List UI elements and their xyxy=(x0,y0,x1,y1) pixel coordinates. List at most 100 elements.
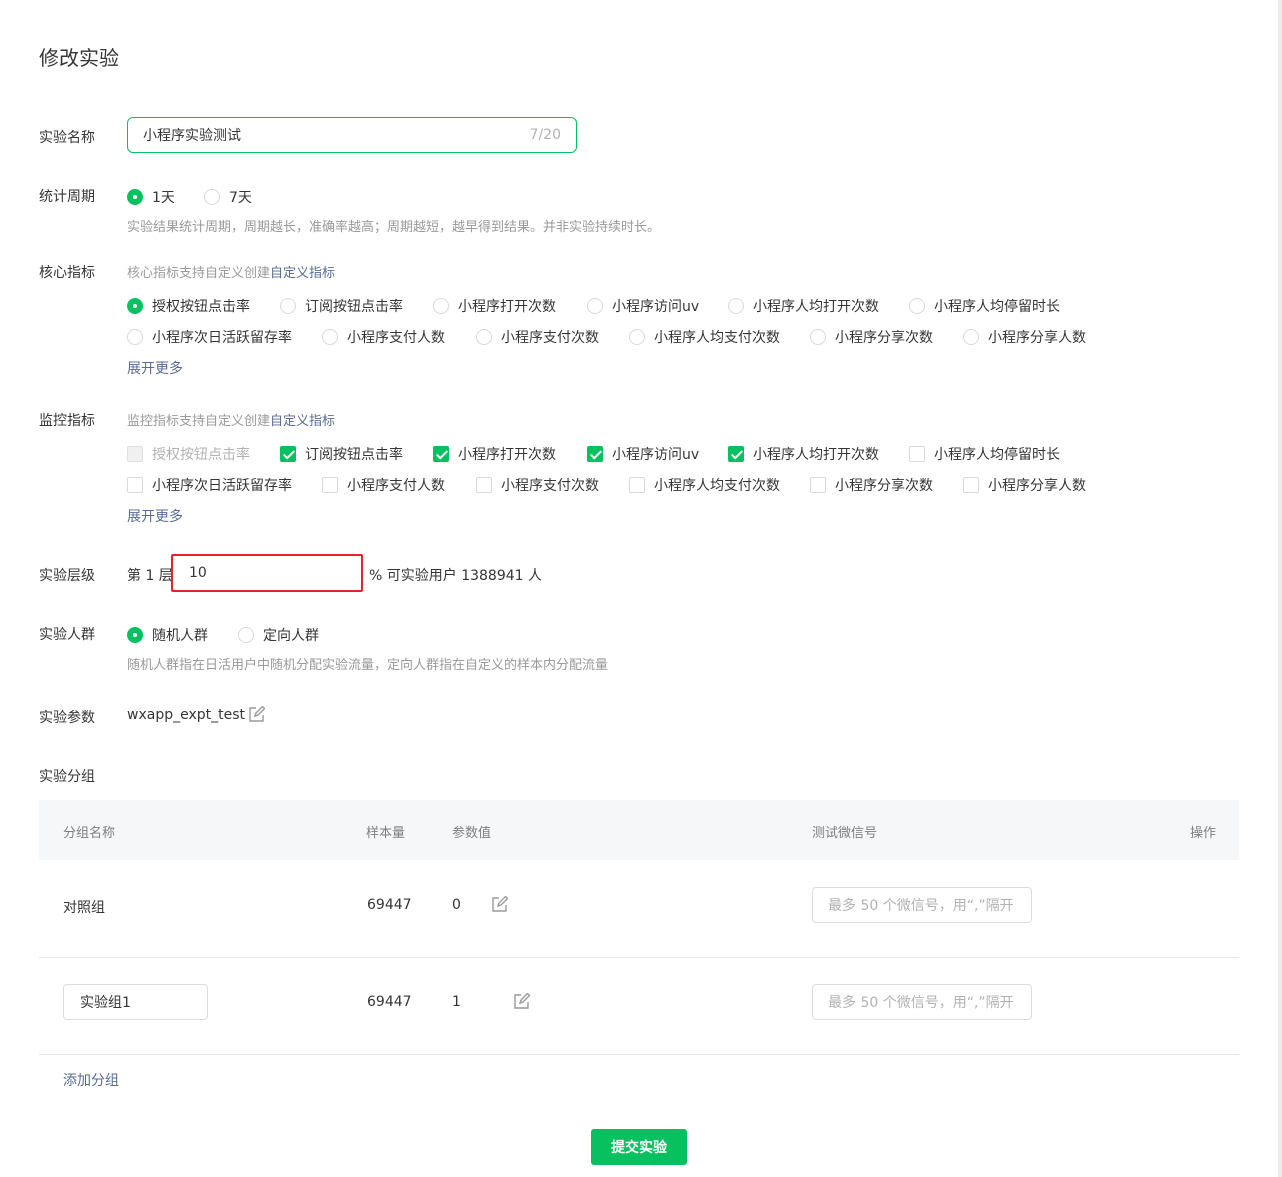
core-metric-option-label: 小程序次日活跃留存率 xyxy=(152,330,292,346)
scrollbar[interactable] xyxy=(1278,0,1282,1177)
monitor-metric-option-label: 小程序分享次数 xyxy=(835,478,933,494)
core-expand-more-link[interactable]: 展开更多 xyxy=(127,358,183,378)
monitor-metric-option-1[interactable]: 订阅按钮点击率 xyxy=(280,444,403,464)
custom-metric-link[interactable]: 自定义指标 xyxy=(270,266,335,281)
crowd-option-label: 定向人群 xyxy=(263,628,319,644)
crowd-option-targeted[interactable]: 定向人群 xyxy=(238,625,319,645)
radio-checked-icon xyxy=(127,627,143,643)
test-wechat-input[interactable]: 最多 50 个微信号，用“,”隔开 xyxy=(812,984,1032,1020)
monitor-metric-option-label: 小程序人均支付次数 xyxy=(654,478,780,494)
monitor-expand-more-link[interactable]: 展开更多 xyxy=(127,506,183,526)
period-label: 统计周期 xyxy=(39,189,95,205)
core-metric-option-0[interactable]: 授权按钮点击率 xyxy=(127,296,250,316)
radio-unchecked-icon xyxy=(322,329,338,345)
radio-unchecked-icon xyxy=(909,298,925,314)
monitor-metric-option-label: 小程序分享人数 xyxy=(988,478,1086,494)
radio-unchecked-icon xyxy=(810,329,826,345)
page-title: 修改实验 xyxy=(39,46,119,70)
monitor-metric-option-9[interactable]: 小程序人均支付次数 xyxy=(629,475,780,495)
radio-unchecked-icon xyxy=(280,298,296,314)
core-metric-option-8[interactable]: 小程序支付次数 xyxy=(476,327,599,347)
row-divider xyxy=(39,1054,1239,1055)
core-metric-option-3[interactable]: 小程序访问uv xyxy=(587,296,699,316)
monitor-metric-option-3[interactable]: 小程序访问uv xyxy=(587,444,699,464)
level-percent-input[interactable]: 10 xyxy=(171,554,363,592)
experiment-name-input[interactable]: 小程序实验测试 7/20 xyxy=(127,117,577,153)
group-samples: 69447 xyxy=(367,994,412,1010)
col-group-name: 分组名称 xyxy=(63,826,116,841)
monitor-metric-option-7[interactable]: 小程序支付人数 xyxy=(322,475,445,495)
core-metric-option-2[interactable]: 小程序打开次数 xyxy=(433,296,556,316)
checkbox-unchecked-icon xyxy=(963,477,979,493)
period-hint: 实验结果统计周期，周期越长，准确率越高；周期越短，越早得到结果。并非实验持续时长… xyxy=(127,220,661,235)
core-metric-option-label: 授权按钮点击率 xyxy=(152,299,250,315)
core-metric-option-label: 小程序分享次数 xyxy=(835,330,933,346)
test-wechat-input[interactable]: 最多 50 个微信号，用“,”隔开 xyxy=(812,887,1032,923)
monitor-metric-option-11[interactable]: 小程序分享人数 xyxy=(963,475,1086,495)
groups-table-header: 分组名称 样本量 参数值 测试微信号 操作 xyxy=(39,800,1239,860)
core-metric-option-10[interactable]: 小程序分享次数 xyxy=(810,327,933,347)
group-param-value: 0 xyxy=(452,897,461,913)
core-metric-option-label: 小程序打开次数 xyxy=(458,299,556,315)
crowd-hint: 随机人群指在日活用户中随机分配实验流量，定向人群指在自定义的样本内分配流量 xyxy=(127,658,609,673)
edit-icon[interactable] xyxy=(248,705,266,723)
monitor-metric-option-5[interactable]: 小程序人均停留时长 xyxy=(909,444,1060,464)
monitor-metric-option-label: 小程序人均打开次数 xyxy=(753,447,879,463)
monitor-metric-option-2[interactable]: 小程序打开次数 xyxy=(433,444,556,464)
custom-metric-link[interactable]: 自定义指标 xyxy=(270,414,335,429)
monitor-metric-option-4[interactable]: 小程序人均打开次数 xyxy=(728,444,879,464)
edit-icon[interactable] xyxy=(491,895,509,913)
radio-unchecked-icon xyxy=(476,329,492,345)
edit-icon[interactable] xyxy=(513,992,531,1010)
crowd-label: 实验人群 xyxy=(39,627,95,643)
row-divider xyxy=(39,957,1239,958)
checkbox-checked-icon xyxy=(433,446,449,462)
col-actions: 操作 xyxy=(1190,826,1217,841)
level-prefix: 第 1 层 xyxy=(127,568,173,584)
monitor-metrics-hint-text: 监控指标支持自定义创建 xyxy=(127,414,271,429)
monitor-metric-option-10[interactable]: 小程序分享次数 xyxy=(810,475,933,495)
radio-unchecked-icon xyxy=(629,329,645,345)
monitor-metric-option-label: 小程序支付次数 xyxy=(501,478,599,494)
groups-label: 实验分组 xyxy=(39,769,95,785)
checkbox-checked-icon xyxy=(280,446,296,462)
crowd-option-random[interactable]: 随机人群 xyxy=(127,625,208,645)
group-name-control: 对照组 xyxy=(63,900,105,916)
checkbox-unchecked-icon xyxy=(322,477,338,493)
core-metrics-label: 核心指标 xyxy=(39,265,95,281)
checkbox-unchecked-icon xyxy=(127,446,143,462)
add-group-link[interactable]: 添加分组 xyxy=(63,1070,119,1090)
monitor-metric-option-label: 小程序支付人数 xyxy=(347,478,445,494)
checkbox-unchecked-icon xyxy=(476,477,492,493)
core-metric-option-11[interactable]: 小程序分享人数 xyxy=(963,327,1086,347)
period-option-1day[interactable]: 1天 xyxy=(127,187,175,207)
monitor-metric-option-8[interactable]: 小程序支付次数 xyxy=(476,475,599,495)
core-metric-option-label: 小程序人均打开次数 xyxy=(753,299,879,315)
monitor-metrics-label: 监控指标 xyxy=(39,413,95,429)
monitor-metric-option-label: 授权按钮点击率 xyxy=(152,447,250,463)
monitor-metric-option-label: 小程序人均停留时长 xyxy=(934,447,1060,463)
core-metric-option-9[interactable]: 小程序人均支付次数 xyxy=(629,327,780,347)
core-metric-option-5[interactable]: 小程序人均停留时长 xyxy=(909,296,1060,316)
core-metric-option-6[interactable]: 小程序次日活跃留存率 xyxy=(127,327,292,347)
submit-experiment-button[interactable]: 提交实验 xyxy=(591,1129,687,1165)
period-option-label: 7天 xyxy=(229,190,252,206)
period-option-7day[interactable]: 7天 xyxy=(204,187,252,207)
radio-unchecked-icon xyxy=(433,298,449,314)
radio-unchecked-icon xyxy=(963,329,979,345)
param-value: wxapp_expt_test xyxy=(127,707,246,723)
monitor-metric-option-label: 小程序次日活跃留存率 xyxy=(152,478,292,494)
monitor-metric-option-6[interactable]: 小程序次日活跃留存率 xyxy=(127,475,292,495)
radio-unchecked-icon xyxy=(238,627,254,643)
core-metric-option-label: 小程序支付次数 xyxy=(501,330,599,346)
core-metric-option-7[interactable]: 小程序支付人数 xyxy=(322,327,445,347)
radio-unchecked-icon xyxy=(728,298,744,314)
checkbox-checked-icon xyxy=(587,446,603,462)
core-metric-option-1[interactable]: 订阅按钮点击率 xyxy=(280,296,403,316)
core-metric-option-label: 小程序访问uv xyxy=(612,299,700,315)
core-metric-option-4[interactable]: 小程序人均打开次数 xyxy=(728,296,879,316)
monitor-metrics-hint: 监控指标支持自定义创建自定义指标 xyxy=(127,410,335,429)
core-metric-option-label: 小程序人均支付次数 xyxy=(654,330,780,346)
group-name-input[interactable]: 实验组1 xyxy=(63,984,208,1020)
param-label: 实验参数 xyxy=(39,710,95,726)
